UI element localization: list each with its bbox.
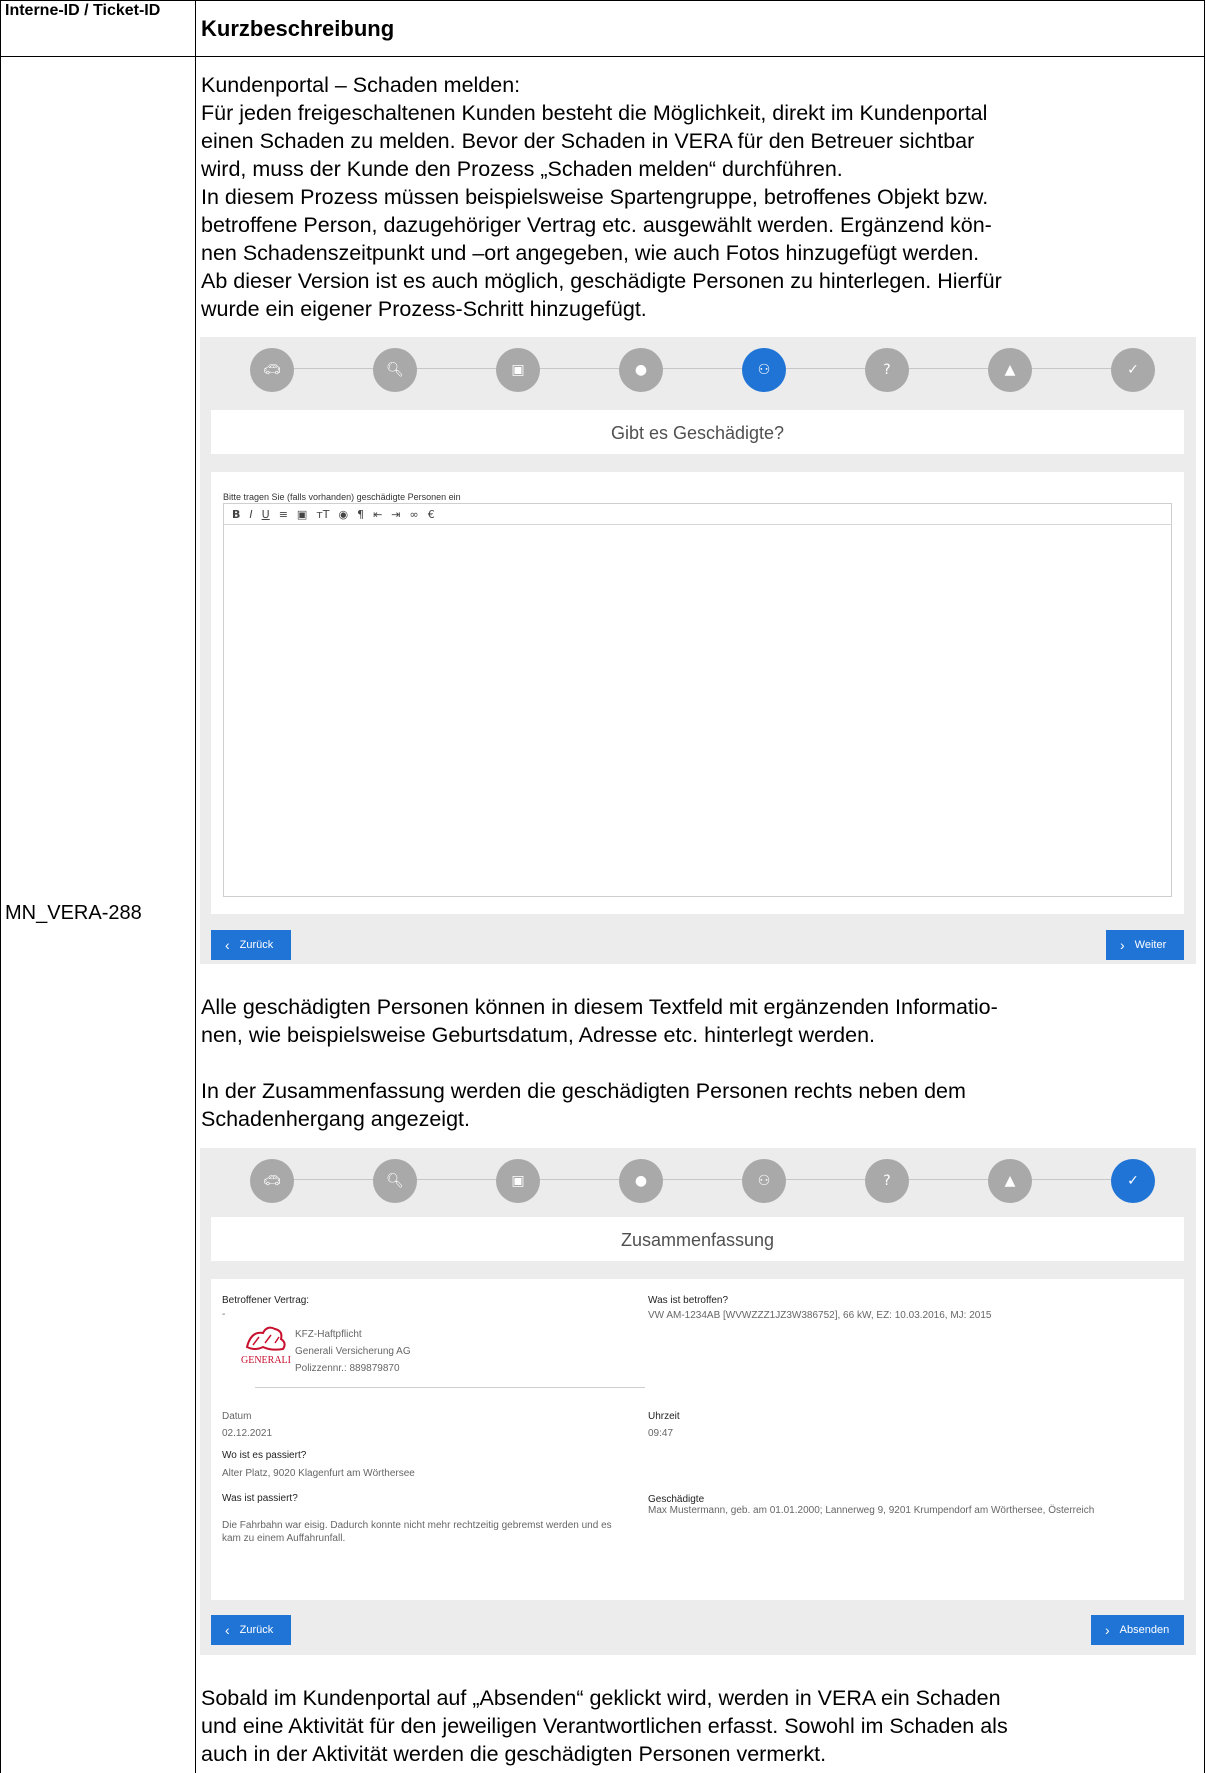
search-doc-icon[interactable]: 🔍︎ (373, 1159, 417, 1203)
back-button-label: Zurück (239, 1624, 274, 1636)
format-painter-icon[interactable]: ¶ (357, 508, 364, 521)
chevron-left-icon: ‹ (225, 1622, 230, 1638)
time-value: 09:47 (648, 1428, 674, 1439)
back-button-label: Zurück (239, 939, 274, 951)
check-icon[interactable]: ✓ (1111, 348, 1155, 392)
chevron-right-icon: › (1105, 1622, 1110, 1638)
summary-title: Zusammenfassung (620, 1230, 775, 1250)
editor-card: Bitte tragen Sie (falls vorhanden) gesch… (211, 472, 1184, 914)
generali-logo: GENERALI (241, 1321, 291, 1367)
image-icon[interactable]: ▲ (988, 1159, 1032, 1203)
policy-number: Polizzennr.: 889879870 (295, 1363, 400, 1374)
people-icon[interactable]: ⚇ (742, 348, 786, 392)
question-icon[interactable]: ? (865, 1159, 909, 1203)
middle-paragraph: Alle geschädigten Personen können in die… (201, 995, 998, 1131)
car-icon[interactable]: 🚗︎ (250, 1159, 294, 1203)
underline-icon[interactable]: U (262, 508, 270, 521)
table-right-border (1204, 0, 1205, 1773)
screenshot-summary-step: 🚗︎ 🔍︎ ▣ ● ⚇ ? ▲ ✓ Zusammenfassung Betrof… (200, 1148, 1196, 1655)
chevron-left-icon: ‹ (225, 937, 230, 953)
column-divider (195, 0, 196, 1773)
intro-paragraph: Kundenportal – Schaden melden: Für jeden… (201, 73, 1002, 321)
what-label: Was ist passiert? (222, 1493, 298, 1504)
description-table: Interne-ID / Ticket-ID Kurzbeschreibung … (0, 0, 1205, 1773)
time-label: Uhrzeit (648, 1411, 680, 1422)
calendar-icon[interactable]: ▣ (496, 1159, 540, 1203)
location-pin-icon[interactable]: ● (619, 1159, 663, 1203)
table-top-border (1, 0, 1205, 1)
svg-text:GENERALI: GENERALI (241, 1355, 291, 1366)
image-icon[interactable]: ▲ (988, 348, 1032, 392)
chevron-right-icon: › (1120, 937, 1125, 953)
date-label: Datum (222, 1411, 252, 1422)
contract-dash: - (222, 1309, 226, 1320)
what-value: Die Fahrbahn war eisig. Dadurch konnte n… (222, 1520, 612, 1544)
date-value: 02.12.2021 (222, 1428, 273, 1439)
people-icon[interactable]: ⚇ (742, 1159, 786, 1203)
step-title: Gibt es Geschädigte? (610, 423, 785, 443)
link-icon[interactable]: ∞ (410, 508, 419, 521)
generali-lion-icon: GENERALI (241, 1326, 291, 1366)
italic-icon[interactable]: I (249, 508, 252, 521)
affected-label: Was ist betroffen? (648, 1295, 729, 1306)
summary-card: Betroffener Vertrag: - GENERALI KFZ-Haft… (211, 1279, 1184, 1600)
indent-increase-icon[interactable]: ⇥ (391, 508, 400, 521)
progress-stepper-summary: 🚗︎ 🔍︎ ▣ ● ⚇ ? ▲ ✓ (200, 1148, 1196, 1212)
submit-button-label: Absenden (1119, 1624, 1170, 1636)
search-doc-icon[interactable]: 🔍︎ (373, 348, 417, 392)
progress-stepper: 🚗︎ 🔍︎ ▣ ● ⚇ ? ▲ ✓ (200, 337, 1196, 401)
screenshot-injured-step: 🚗︎ 🔍︎ ▣ ● ⚇ ? ▲ ✓ Gibt es Geschädigte? B… (200, 337, 1196, 964)
indent-decrease-icon[interactable]: ⇤ (373, 508, 382, 521)
location-pin-icon[interactable]: ● (619, 348, 663, 392)
back-button[interactable]: ‹ Zurück (211, 930, 291, 960)
submit-button[interactable]: › Absenden (1091, 1615, 1184, 1645)
contract-type: KFZ-Haftpflicht (295, 1329, 362, 1340)
rich-text-editor[interactable]: B I U ≡ ▣ тT ◉ ¶ ⇤ ⇥ ∞ € (223, 503, 1172, 897)
car-icon[interactable]: 🚗︎ (250, 348, 294, 392)
summary-title-card: Zusammenfassung (211, 1217, 1184, 1261)
next-button[interactable]: › Weiter (1106, 930, 1184, 960)
background-color-icon[interactable]: ▣ (297, 508, 307, 521)
where-value: Alter Platz, 9020 Klagenfurt am Wörthers… (222, 1468, 415, 1479)
contract-label: Betroffener Vertrag: (222, 1295, 310, 1306)
ticket-id: MN_VERA-288 (5, 902, 142, 924)
end-paragraph: Sobald im Kundenportal auf „Absenden“ ge… (201, 1686, 1008, 1766)
divider (255, 1387, 645, 1388)
column-header-description: Kurzbeschreibung (201, 16, 395, 41)
affected-value: VW AM-1234AB [WVWZZZ1JZ3W386752], 66 kW,… (648, 1310, 992, 1321)
injured-value: Max Mustermann, geb. am 01.01.2000; Lann… (648, 1505, 1095, 1516)
euro-icon[interactable]: € (428, 508, 435, 521)
question-icon[interactable]: ? (865, 348, 909, 392)
where-label: Wo ist es passiert? (222, 1450, 307, 1461)
align-icon[interactable]: ≡ (279, 508, 288, 521)
header-row-border (1, 56, 1205, 57)
back-button[interactable]: ‹ Zurück (211, 1615, 291, 1645)
editor-toolbar: B I U ≡ ▣ тT ◉ ¶ ⇤ ⇥ ∞ € (224, 504, 1171, 525)
bold-icon[interactable]: B (232, 508, 240, 521)
insurer-name: Generali Versicherung AG (295, 1346, 411, 1357)
column-header-id: Interne-ID / Ticket-ID (5, 2, 161, 19)
palette-icon[interactable]: ◉ (338, 508, 348, 521)
font-size-icon[interactable]: тT (316, 508, 329, 521)
editor-label: Bitte tragen Sie (falls vorhanden) gesch… (223, 492, 461, 502)
check-icon[interactable]: ✓ (1111, 1159, 1155, 1203)
injured-label: Geschädigte (648, 1494, 705, 1505)
next-button-label: Weiter (1134, 939, 1167, 951)
step-title-card: Gibt es Geschädigte? (211, 410, 1184, 454)
calendar-icon[interactable]: ▣ (496, 348, 540, 392)
